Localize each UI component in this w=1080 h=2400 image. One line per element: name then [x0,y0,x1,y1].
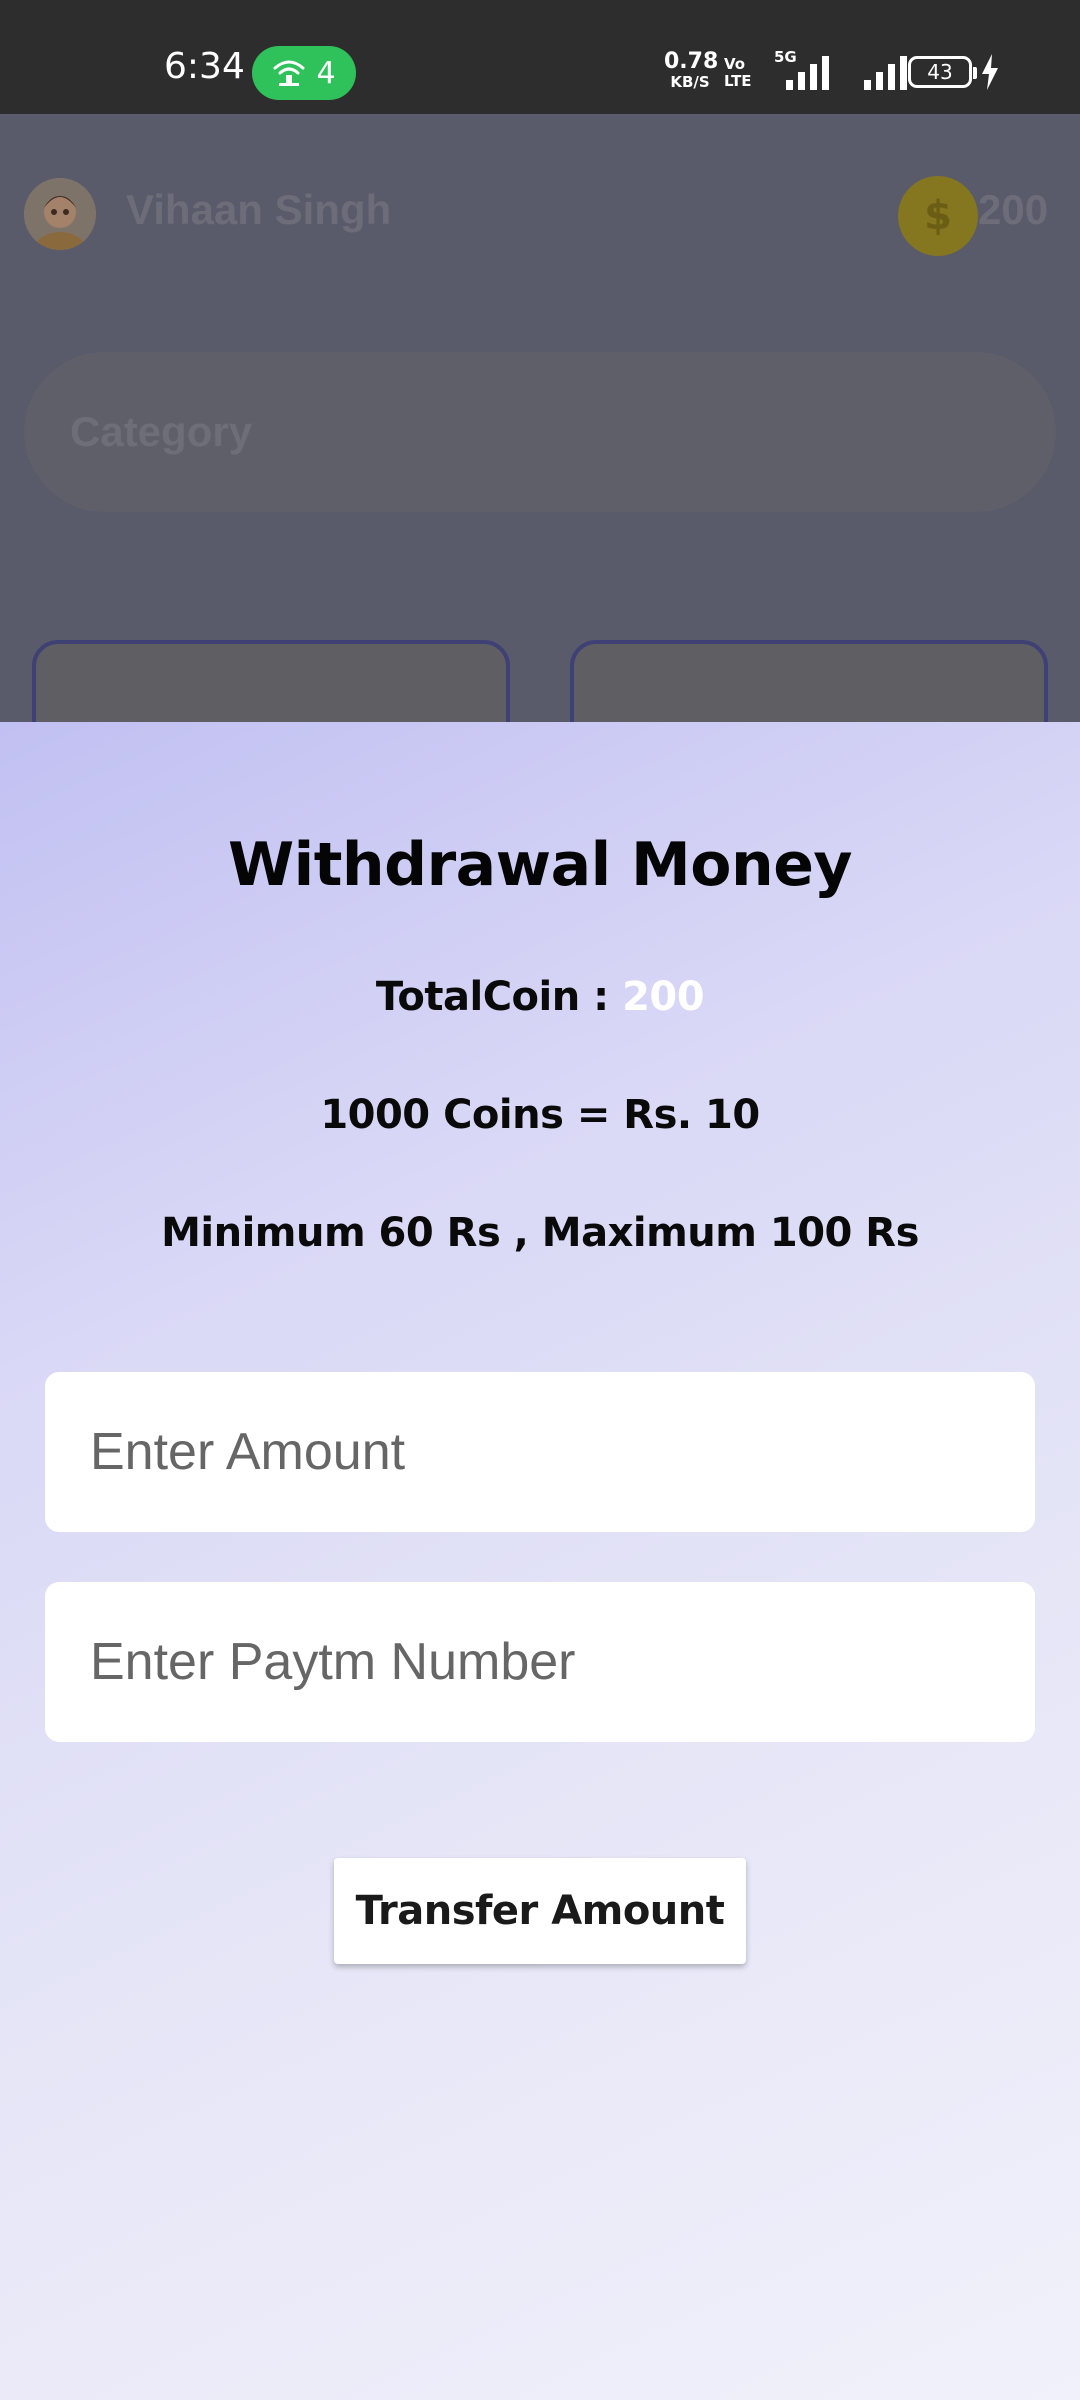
charging-bolt-icon [982,54,998,90]
network-type-label: 5G [774,48,797,66]
category-label: Category [70,408,253,455]
category-selector[interactable]: Category [24,352,1056,512]
total-coin-label: TotalCoin : [375,974,623,1020]
total-coin-value: 200 [622,974,705,1020]
category-card[interactable] [32,640,510,722]
withdrawal-limit-text: Minimum 60 Rs , Maximum 100 Rs [161,1210,919,1256]
withdrawal-sheet: Withdrawal Money TotalCoin : 200 1000 Co… [0,722,1080,2400]
category-card[interactable] [570,640,1048,722]
battery-level: 43 [927,60,953,84]
avatar-image [24,178,96,250]
coin-symbol: $ [924,193,952,239]
avatar[interactable] [24,178,96,250]
signal-sim2-icon [862,52,912,92]
paytm-field-container [45,1582,1035,1742]
lte-label: LTE [724,72,752,90]
user-name: Vihaan Singh [126,186,392,233]
coin-count: 200 [978,186,1049,233]
conversion-rate-text: 1000 Coins = Rs. 10 [320,1092,760,1138]
battery-icon: 43 [908,56,977,88]
signal-5g-icon: 5G [774,48,836,92]
hotspot-count: 4 [316,55,336,91]
signal-indicators: 5G [774,48,912,92]
network-speed-value: 0.78 [664,49,719,74]
status-bar: 6:34 4 0.78 KB/S Vo LTE 5G 43 [0,0,1080,114]
status-time: 6:34 [164,46,245,87]
hotspot-icon [273,60,305,86]
hotspot-indicator[interactable]: 4 [252,46,356,100]
background-app-scrim[interactable]: Vihaan Singh $ 200 Category [0,114,1080,722]
network-speed: 0.78 KB/S [664,49,719,92]
coin-icon: $ [898,176,978,256]
transfer-amount-button[interactable]: Transfer Amount [334,1858,746,1964]
volte-label: Vo [724,55,746,73]
amount-field-container [45,1372,1035,1532]
volte-indicator: Vo LTE [724,56,752,90]
amount-input[interactable] [45,1372,1035,1532]
paytm-number-input[interactable] [45,1582,1035,1742]
network-speed-unit: KB/S [670,73,710,91]
total-coin-line: TotalCoin : 200 [0,974,1080,1020]
sheet-title: Withdrawal Money [228,830,853,900]
